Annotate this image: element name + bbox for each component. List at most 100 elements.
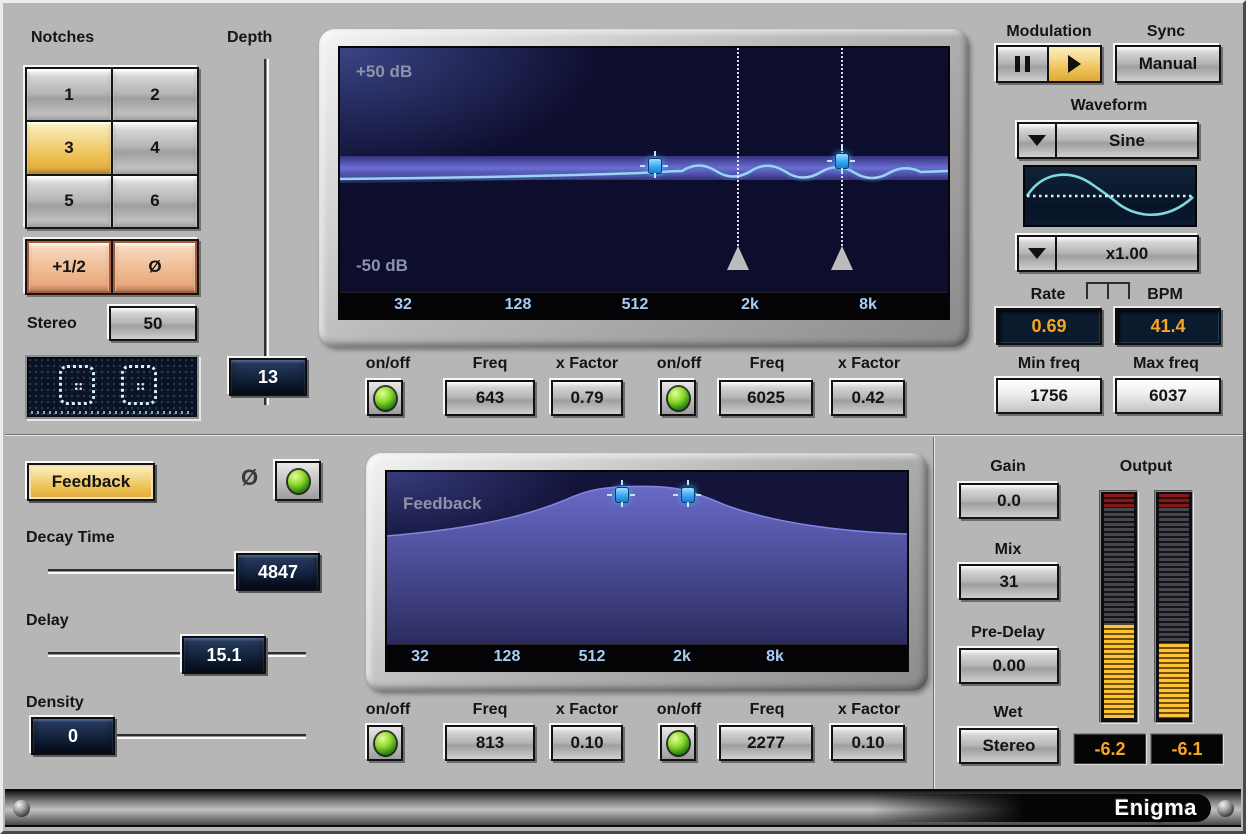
density-handle[interactable]: 0 (31, 717, 115, 755)
plugin-logo: Enigma (871, 794, 1211, 822)
ymax-label: +50 dB (356, 62, 412, 82)
feedback2-onoff-button[interactable] (660, 725, 696, 761)
tick-32: 32 (394, 296, 412, 314)
wet-label: Wet (993, 704, 1022, 722)
rate-bpm-link-icon (1086, 282, 1130, 299)
maxfreq-label: Max freq (1133, 355, 1199, 373)
main-graph-screen: +50 dB -50 dB 32 128 512 2k 8k (338, 46, 950, 320)
onoff-label-1: on/off (366, 355, 410, 373)
feedback1-factor-value[interactable]: 0.10 (551, 725, 623, 761)
notch2-control-point[interactable] (835, 153, 849, 169)
feedback1-onoff-button[interactable] (367, 725, 403, 761)
depth-slider-track[interactable] (264, 59, 269, 405)
delay-handle[interactable]: 15.1 (182, 636, 266, 674)
pause-button[interactable] (998, 47, 1049, 81)
tick-2k: 2k (673, 648, 691, 666)
notch-button-6[interactable]: 6 (113, 176, 197, 227)
mix-label: Mix (995, 541, 1022, 559)
feedback-phase-label: Ø (241, 465, 258, 491)
notch-button-4[interactable]: 4 (113, 122, 197, 173)
feedback-onoff-button[interactable] (275, 461, 321, 501)
notch2-onoff-button[interactable] (660, 380, 696, 416)
freq-label-3: Freq (473, 701, 508, 719)
depth-slider-handle[interactable]: 13 (229, 358, 307, 396)
meter-level (1159, 644, 1189, 718)
main-graph-bezel: +50 dB -50 dB 32 128 512 2k 8k (319, 29, 969, 347)
feedback2-factor-value[interactable]: 0.10 (831, 725, 905, 761)
onoff-label-3: on/off (366, 701, 410, 719)
output-meter-left (1100, 491, 1138, 723)
rate-display[interactable]: 0.69 (996, 308, 1102, 345)
notches-grid: 1 2 3 4 5 6 (25, 67, 199, 229)
tick-2k: 2k (741, 296, 759, 314)
meter-peak-segment (1104, 494, 1134, 507)
notch2-freq-value[interactable]: 6025 (719, 380, 813, 416)
max-freq-marker-handle[interactable] (831, 246, 853, 270)
multiplier-value[interactable]: x1.00 (1057, 237, 1197, 270)
depth-label: Depth (227, 29, 272, 47)
bpm-display[interactable]: 41.4 (1115, 308, 1221, 345)
notch-modifier-group: +1/2 Ø (25, 239, 199, 295)
notch1-freq-value[interactable]: 643 (445, 380, 535, 416)
half-notch-button[interactable]: +1/2 (27, 241, 111, 293)
gain-label: Gain (990, 458, 1026, 476)
notch2-factor-value[interactable]: 0.42 (831, 380, 905, 416)
phase-invert-button[interactable]: Ø (113, 241, 197, 293)
notch-button-1[interactable]: 1 (27, 69, 111, 120)
delay-track[interactable] (48, 652, 306, 657)
gain-value-button[interactable]: 0.0 (959, 483, 1059, 519)
output-meter-right (1155, 491, 1193, 723)
notch1-control-point[interactable] (648, 158, 662, 174)
ymin-label: -50 dB (356, 256, 408, 276)
notch-button-5[interactable]: 5 (27, 176, 111, 227)
sync-label: Sync (1147, 23, 1185, 41)
feedback2-freq-value[interactable]: 2277 (719, 725, 813, 761)
feedback1-control-point[interactable] (615, 487, 629, 503)
tick-128: 128 (494, 648, 521, 666)
notch1-factor-value[interactable]: 0.79 (551, 380, 623, 416)
freq-label-4: Freq (750, 701, 785, 719)
meter-body (1159, 508, 1189, 718)
dot-row-decor (31, 411, 193, 414)
waves-sphere-icon (13, 800, 30, 817)
main-graph-axis: 32 128 512 2k 8k (340, 292, 948, 318)
factor-label-2: x Factor (838, 355, 900, 373)
meter-right-readout: -6.1 (1151, 734, 1223, 764)
stereo-left-dot (74, 382, 83, 391)
play-icon (1068, 55, 1081, 73)
waveform-dropdown-arrow[interactable] (1019, 124, 1057, 157)
notch-button-3-active[interactable]: 3 (27, 122, 111, 173)
sync-mode-button[interactable]: Manual (1115, 45, 1221, 83)
decay-time-handle[interactable]: 4847 (236, 553, 320, 591)
min-freq-marker-handle[interactable] (727, 246, 749, 270)
tick-8k: 8k (766, 648, 784, 666)
minfreq-label: Min freq (1018, 355, 1080, 373)
output-label: Output (1120, 458, 1172, 476)
mix-value-button[interactable]: 31 (959, 564, 1059, 600)
multiplier-dropdown-arrow[interactable] (1019, 237, 1057, 270)
green-led-icon (288, 470, 309, 493)
play-button[interactable] (1049, 47, 1100, 81)
factor-label-1: x Factor (556, 355, 618, 373)
waveform-value[interactable]: Sine (1057, 124, 1197, 157)
freq-label-1: Freq (473, 355, 508, 373)
plugin-name: Enigma (1115, 795, 1197, 821)
green-led-icon (375, 387, 396, 410)
onoff-label-2: on/off (657, 355, 701, 373)
predelay-value-button[interactable]: 0.00 (959, 648, 1059, 684)
pause-icon (1015, 56, 1030, 72)
rate-multiplier-select: x1.00 (1017, 235, 1199, 272)
wet-mode-button[interactable]: Stereo (959, 728, 1059, 764)
notch1-onoff-button[interactable] (367, 380, 403, 416)
feedback1-freq-value[interactable]: 813 (445, 725, 535, 761)
sine-wave-icon (1025, 167, 1195, 225)
stereo-value-button[interactable]: 50 (109, 306, 197, 341)
green-led-icon (668, 732, 689, 755)
minfreq-value-button[interactable]: 1756 (996, 378, 1102, 414)
feedback-mode-button[interactable]: Feedback (27, 463, 155, 501)
freq-label-2: Freq (750, 355, 785, 373)
notch-button-2[interactable]: 2 (113, 69, 197, 120)
maxfreq-value-button[interactable]: 6037 (1115, 378, 1221, 414)
tick-512: 512 (622, 296, 649, 314)
feedback2-control-point[interactable] (681, 487, 695, 503)
